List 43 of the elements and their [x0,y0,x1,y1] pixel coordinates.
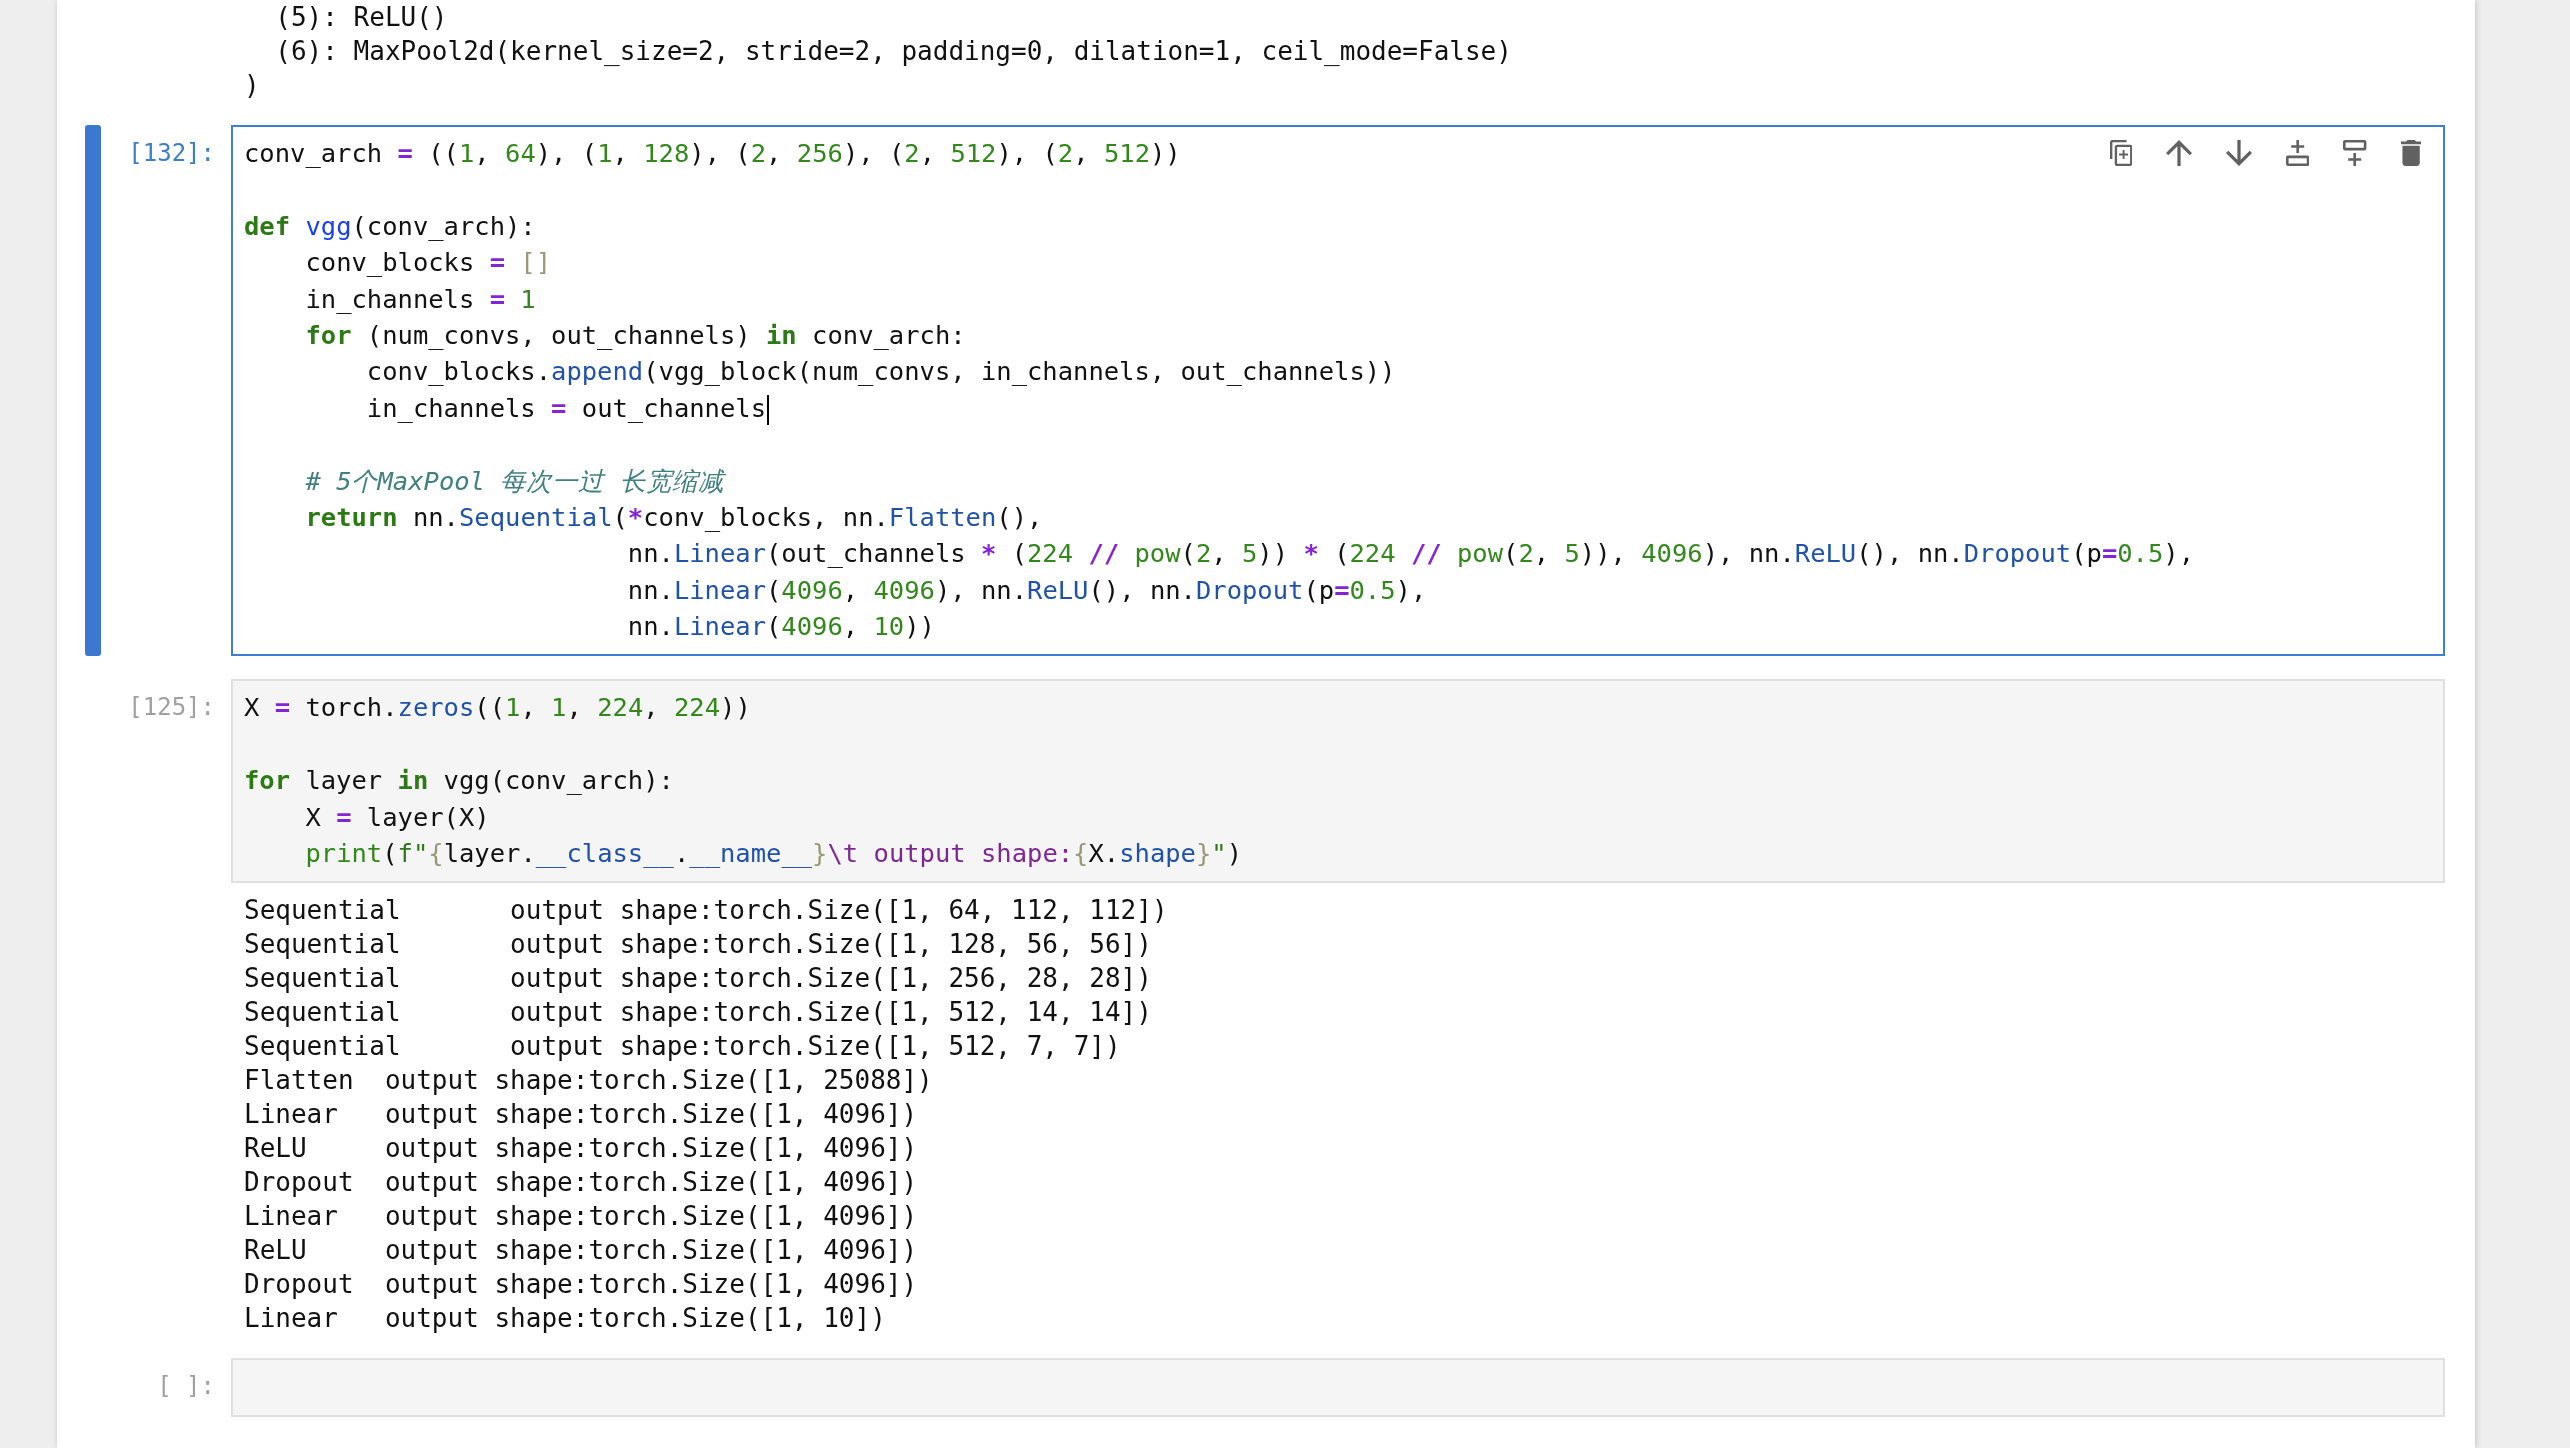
code-line: nn.Linear(4096, 10)) [627,611,935,642]
cell-prompt: [132]: [128,138,215,169]
code-line: for (num_convs, out_channels) in conv_arch: [305,319,966,350]
code-line: in_channels = 1 [305,283,536,314]
output-line: ReLU output shape:torch.Size([1, 4096]) [244,1235,918,1266]
code-line: def vgg(conv_arch): [244,210,536,241]
output-line: Linear output shape:torch.Size([1, 4096]) [244,1201,918,1232]
code-editor[interactable]: X = torch.zeros((1, 1, 224, 224)) for layer in vgg(conv_arch): X = layer(X) print(f"{layer.__class__.__name__}\t output shape:{X.shape}") [231,679,2445,884]
output-line: Sequential output shape:torch.Size([1, 128, 56, 56]) [244,929,1152,960]
copy-icon[interactable] [2109,140,2132,166]
output-line: ) [244,70,260,100]
code-line: conv_arch = ((1, 64), (1, 128), (2, 256), (2, 512), (2, 512)) [244,138,1181,168]
code-line: conv_blocks.append(vgg_block(num_convs, in_channels, out_channels)) [366,356,1396,387]
plus-above-bar-icon[interactable] [2286,140,2310,166]
output-line: Sequential output shape:torch.Size([1, 512, 7, 7]) [244,1031,1121,1062]
output-line: ReLU output shape:torch.Size([1, 4096]) [244,1133,918,1164]
output-line: Linear output shape:torch.Size([1, 10]) [244,1303,886,1334]
code-line: conv_blocks = [] [305,247,552,278]
output-line: Sequential output shape:torch.Size([1, 256, 28, 28]) [244,963,1152,994]
code-line: nn.Linear(out_channels * (224 // pow(2, 5)) * (224 // pow(2, 5)), 4096), nn.ReLU(), nn.Dropout(p=0.5), [627,538,2195,569]
output-line: Sequential output shape:torch.Size([1, 64, 112, 112]) [244,895,1168,926]
code-line: X = torch.zeros((1, 1, 224, 224)) [244,692,751,723]
code-line: X = layer(X) [305,801,490,832]
code-editor[interactable] [231,125,2445,657]
cell-prompt: [125]: [128,692,215,724]
code-line: for layer in vgg(conv_arch): [244,765,674,796]
output-line: Linear output shape:torch.Size([1, 4096]) [244,1099,918,1130]
code-line: # 5个MaxPool 每次一过 长宽缩减 [305,465,724,496]
up-arrow-icon[interactable] [2166,140,2192,166]
output-line: Dropout output shape:torch.Size([1, 4096]) [244,1269,918,1300]
output-line: Sequential output shape:torch.Size([1, 512, 14, 14]) [244,997,1152,1028]
code-line: nn.Linear(4096, 4096), nn.ReLU(), nn.Dropout(p=0.5), [627,574,1427,605]
code-line: return nn.Sequential(*conv_blocks, nn.Flatten(), [305,501,1043,532]
trash-icon[interactable] [2400,140,2421,166]
cell-prompt: [ ]: [157,1371,215,1403]
output-line: (6): MaxPool2d(kernel_size=2, stride=2, padding=0, dilation=1, ceil_mode=False) [275,36,1512,66]
down-arrow-icon[interactable] [2226,140,2252,166]
plus-below-bar-icon[interactable] [2343,140,2367,166]
code-line: print(f"{layer.__class__.__name__}\t output shape:{X.shape}") [305,838,1243,869]
output-line: Dropout output shape:torch.Size([1, 4096]) [244,1167,918,1198]
output-line: (5): ReLU() [275,2,448,32]
code-line: in_channels = out_channels [366,392,766,423]
output-line: Flatten output shape:torch.Size([1, 25088]) [244,1065,933,1096]
